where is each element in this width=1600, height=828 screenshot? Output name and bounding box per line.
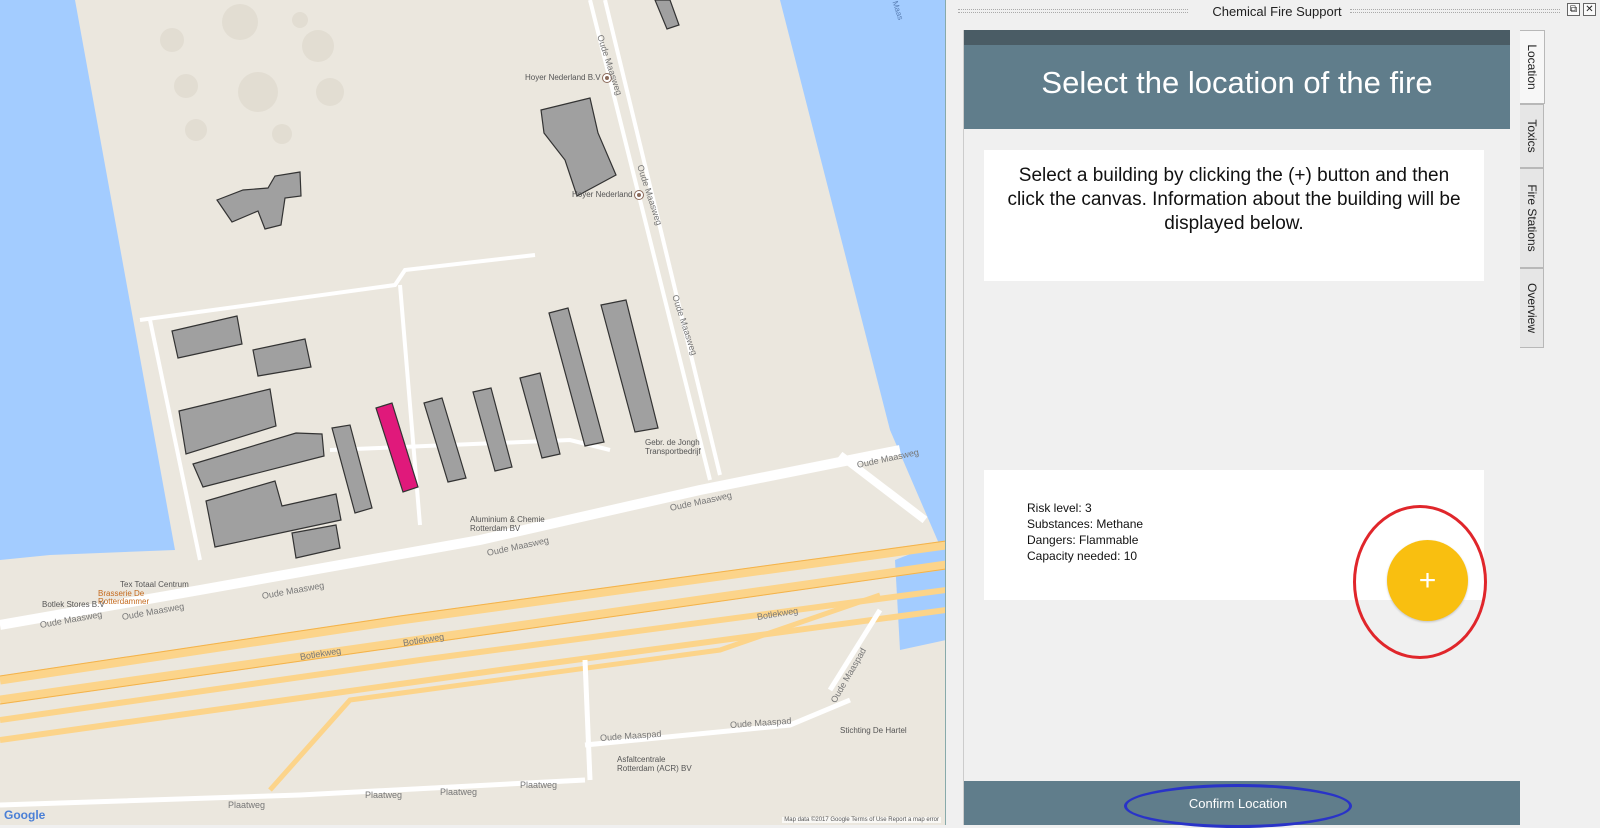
vertical-tabs: Location Toxics Fire Stations Overview <box>1520 30 1545 360</box>
tab-fire-stations[interactable]: Fire Stations <box>1520 168 1544 268</box>
float-icon[interactable]: ⧉ <box>1567 3 1580 16</box>
instruction-text: Select a building by clicking the (+) bu… <box>1007 165 1461 234</box>
location-panel: Select the location of the fire Select a… <box>963 30 1520 828</box>
google-logo: Google <box>4 808 46 822</box>
poi-gebr: Gebr. de Jongh Transportbedrijf <box>645 438 701 456</box>
road-label: Plaatweg <box>228 800 266 810</box>
water-left <box>0 0 175 560</box>
confirm-location-button[interactable]: Confirm Location <box>1134 792 1342 816</box>
grip-right <box>1350 9 1560 13</box>
road-label: Plaatweg <box>365 790 403 800</box>
capacity-needed: Capacity needed: 10 <box>1027 549 1138 563</box>
poi-hoyer-1: Hoyer Nederland B.V <box>525 73 613 82</box>
poi-asfalt: Asfaltcentrale Rotterdam (ACR) BV <box>617 755 692 773</box>
panel-header: Select the location of the fire <box>964 45 1510 129</box>
poi-tex: Tex Totaal Centrum <box>120 580 189 589</box>
building-info: Risk level: 3 Substances: Methane Danger… <box>1027 500 1143 564</box>
instruction-card: Select a building by clicking the (+) bu… <box>984 150 1484 281</box>
substances: Substances: Methane <box>1027 517 1144 531</box>
map-graphics <box>0 0 945 808</box>
panel-topbar <box>964 30 1510 45</box>
poi-hoyer-2: Hoyer Nederland <box>572 190 645 199</box>
tab-location[interactable]: Location <box>1520 30 1545 104</box>
risk-level: Risk level: 3 <box>1027 501 1092 515</box>
poi-aluminium: Aluminium & Chemie Rotterdam BV <box>470 515 545 533</box>
add-building-button[interactable]: + <box>1387 540 1468 621</box>
road-label: Plaatweg <box>520 780 558 790</box>
poi-stichting: Stichting De Hartel <box>840 726 907 735</box>
footer-bar: Confirm Location <box>964 781 1520 828</box>
storage-tanks <box>160 4 344 144</box>
tab-overview[interactable]: Overview <box>1520 268 1544 348</box>
road-label: Plaatweg <box>440 787 478 797</box>
poi-botlek-stores: Botlek Stores B.V <box>42 600 105 609</box>
poi-brasserie: Brasserie De Rotterdammer <box>98 589 150 606</box>
map-canvas[interactable]: Hoyer Nederland B.V Hoyer Nederland Gebr… <box>0 0 946 825</box>
close-icon[interactable]: ✕ <box>1583 3 1596 16</box>
tab-toxics[interactable]: Toxics <box>1520 104 1544 168</box>
dock-titlebar[interactable]: Chemical Fire Support ⧉ ✕ <box>954 0 1600 24</box>
page-title: Select the location of the fire <box>1041 65 1433 100</box>
dock-widget: Chemical Fire Support ⧉ ✕ Select the loc… <box>954 0 1600 828</box>
map-attribution[interactable]: Map data ©2017 Google Terms of Use Repor… <box>782 817 941 823</box>
dangers: Dangers: Flammable <box>1027 533 1139 547</box>
